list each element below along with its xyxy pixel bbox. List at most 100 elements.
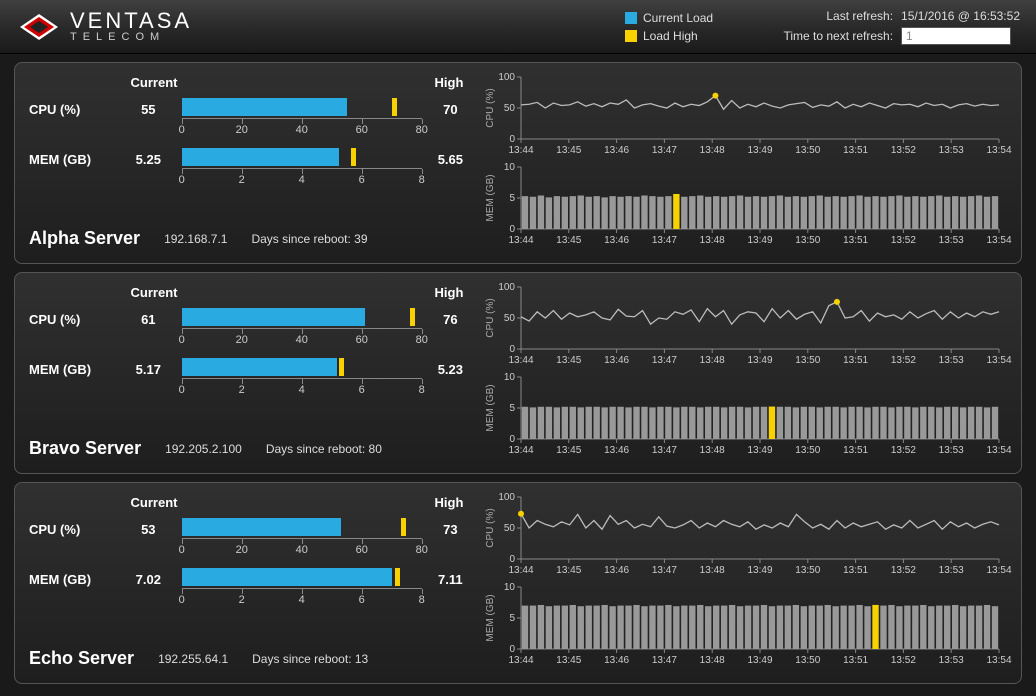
svg-text:13:46: 13:46 [604, 145, 629, 156]
cpu-high: 76 [422, 306, 479, 327]
svg-text:13:44: 13:44 [508, 145, 533, 156]
svg-text:13:47: 13:47 [652, 655, 677, 666]
mem-label: MEM (GB) [29, 566, 115, 587]
mem-history-chart: 051013:4413:4513:4613:4713:4813:4913:501… [479, 581, 1007, 667]
svg-text:13:50: 13:50 [795, 235, 820, 246]
col-high: High [419, 495, 479, 510]
next-refresh-label: Time to next refresh: [753, 29, 893, 43]
cpu-current: 61 [115, 306, 182, 327]
svg-text:13:49: 13:49 [747, 355, 772, 366]
col-high: High [419, 285, 479, 300]
svg-text:13:53: 13:53 [939, 235, 964, 246]
svg-text:13:44: 13:44 [508, 445, 533, 456]
cpu-high: 70 [422, 96, 479, 117]
col-current: Current [119, 75, 189, 90]
svg-text:MEM (GB): MEM (GB) [485, 384, 496, 431]
svg-text:13:49: 13:49 [747, 655, 772, 666]
svg-text:50: 50 [504, 523, 516, 534]
cpu-current: 55 [115, 96, 182, 117]
svg-text:10: 10 [504, 162, 516, 173]
svg-text:13:53: 13:53 [939, 445, 964, 456]
mem-history-chart: 051013:4413:4513:4613:4713:4813:4913:501… [479, 161, 1007, 247]
legend-swatch-current [625, 12, 637, 24]
last-refresh-value: 15/1/2016 @ 16:53:52 [901, 9, 1020, 23]
svg-text:13:46: 13:46 [604, 655, 629, 666]
cpu-high: 73 [422, 516, 479, 537]
svg-text:13:54: 13:54 [986, 655, 1011, 666]
svg-text:13:54: 13:54 [986, 565, 1011, 576]
cpu-bar [182, 308, 422, 326]
svg-text:13:47: 13:47 [652, 445, 677, 456]
svg-text:5: 5 [509, 193, 515, 204]
svg-text:13:47: 13:47 [652, 235, 677, 246]
svg-text:13:53: 13:53 [939, 655, 964, 666]
svg-text:13:49: 13:49 [747, 445, 772, 456]
cpu-current: 53 [115, 516, 182, 537]
svg-text:13:48: 13:48 [700, 445, 725, 456]
svg-text:13:44: 13:44 [508, 655, 533, 666]
svg-text:13:48: 13:48 [700, 235, 725, 246]
svg-text:13:53: 13:53 [939, 565, 964, 576]
svg-text:13:53: 13:53 [939, 355, 964, 366]
svg-text:MEM (GB): MEM (GB) [485, 594, 496, 641]
svg-text:13:45: 13:45 [556, 235, 581, 246]
svg-text:13:48: 13:48 [700, 355, 725, 366]
svg-text:0: 0 [509, 344, 515, 355]
mem-high: 5.65 [422, 146, 479, 167]
mem-history-chart: 051013:4413:4513:4613:4713:4813:4913:501… [479, 371, 1007, 457]
svg-text:13:54: 13:54 [986, 145, 1011, 156]
server-panel-0: Current High CPU (%) 55 020406080 70 MEM… [14, 62, 1022, 264]
svg-text:13:45: 13:45 [556, 565, 581, 576]
svg-text:13:49: 13:49 [747, 235, 772, 246]
svg-text:13:45: 13:45 [556, 655, 581, 666]
svg-text:13:46: 13:46 [604, 565, 629, 576]
col-current: Current [119, 495, 189, 510]
svg-text:13:54: 13:54 [986, 445, 1011, 456]
server-name: Echo Server [29, 648, 134, 669]
refresh-info: Last refresh: 15/1/2016 @ 16:53:52 Time … [753, 9, 1020, 45]
svg-text:0: 0 [509, 554, 515, 565]
mem-high: 7.11 [422, 566, 479, 587]
mem-current: 5.25 [115, 146, 182, 167]
svg-text:CPU (%): CPU (%) [485, 298, 496, 337]
cpu-history-chart: 05010013:4413:4513:4613:4713:4813:4913:5… [479, 491, 1007, 577]
svg-text:13:51: 13:51 [843, 355, 868, 366]
svg-text:13:45: 13:45 [556, 145, 581, 156]
next-refresh-input[interactable] [901, 27, 1011, 45]
svg-text:13:50: 13:50 [795, 565, 820, 576]
svg-text:0: 0 [509, 224, 515, 235]
cpu-history-chart: 05010013:4413:4513:4613:4713:4813:4913:5… [479, 71, 1007, 157]
svg-text:13:52: 13:52 [891, 445, 916, 456]
svg-text:13:49: 13:49 [747, 145, 772, 156]
svg-text:13:45: 13:45 [556, 445, 581, 456]
logo-icon [16, 10, 62, 44]
svg-text:MEM (GB): MEM (GB) [485, 174, 496, 221]
svg-text:13:51: 13:51 [843, 145, 868, 156]
server-reboot: Days since reboot: 13 [252, 652, 368, 666]
server-ip: 192.255.64.1 [158, 652, 228, 666]
svg-text:50: 50 [504, 103, 516, 114]
svg-text:13:48: 13:48 [700, 145, 725, 156]
svg-text:13:50: 13:50 [795, 655, 820, 666]
cpu-bar [182, 518, 422, 536]
mem-bar [182, 358, 422, 376]
cpu-bar [182, 98, 422, 116]
legend: Current Load Load High [625, 11, 713, 43]
cpu-label: CPU (%) [29, 516, 115, 537]
svg-text:13:52: 13:52 [891, 235, 916, 246]
svg-text:13:47: 13:47 [652, 145, 677, 156]
svg-text:13:54: 13:54 [986, 355, 1011, 366]
cpu-history-chart: 05010013:4413:4513:4613:4713:4813:4913:5… [479, 281, 1007, 367]
svg-text:13:48: 13:48 [700, 565, 725, 576]
app-header: VENTASA TELECOM Current Load Load High L… [0, 0, 1036, 54]
mem-high: 5.23 [422, 356, 479, 377]
svg-text:13:54: 13:54 [986, 235, 1011, 246]
svg-text:13:44: 13:44 [508, 355, 533, 366]
cpu-label: CPU (%) [29, 306, 115, 327]
legend-swatch-high [625, 30, 637, 42]
svg-text:5: 5 [509, 403, 515, 414]
brand-name: VENTASA [70, 10, 192, 32]
svg-text:13:50: 13:50 [795, 355, 820, 366]
svg-text:10: 10 [504, 582, 516, 593]
svg-text:0: 0 [509, 644, 515, 655]
